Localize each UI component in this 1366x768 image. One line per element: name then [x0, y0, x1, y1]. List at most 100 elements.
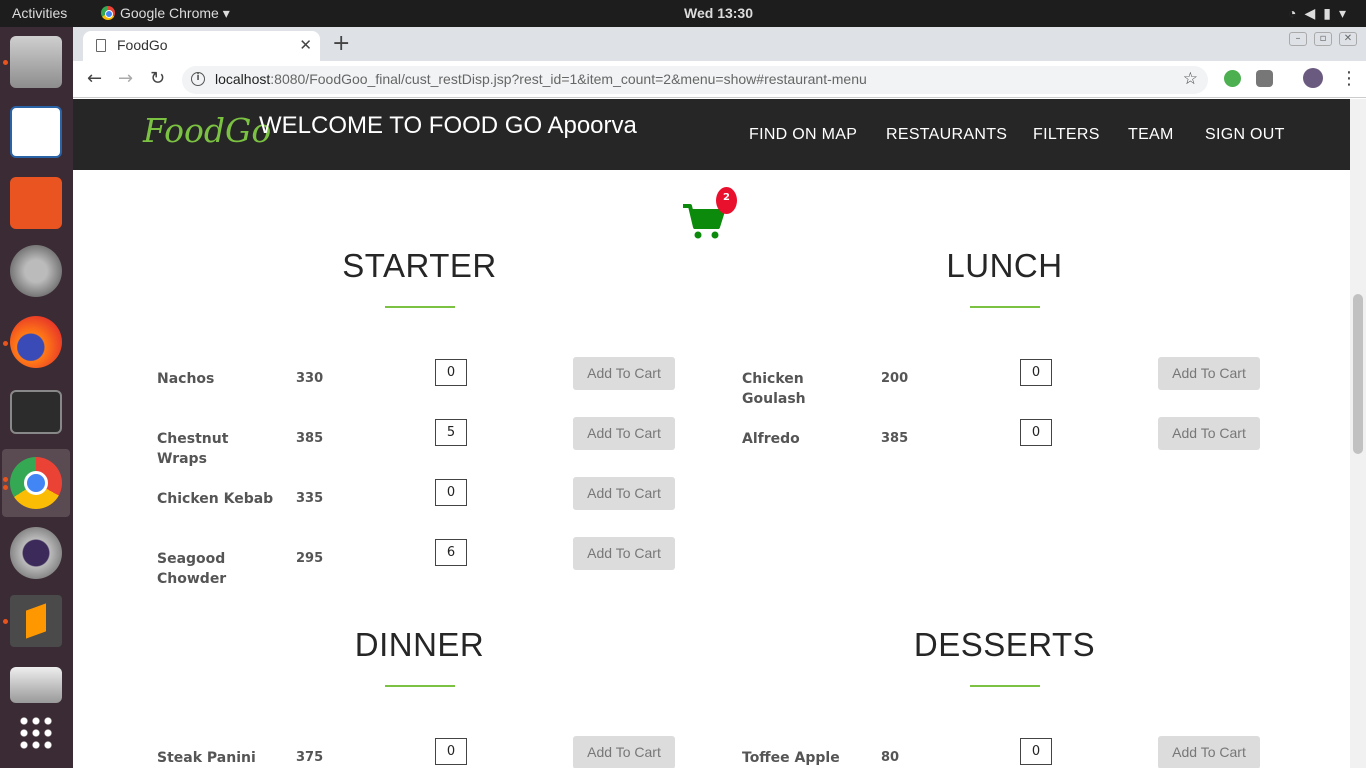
wifi-icon: ◔	[1288, 5, 1305, 21]
tab-foodgo[interactable]: FoodGo ✕	[83, 31, 320, 61]
item-price: 335	[296, 491, 324, 506]
cart-count-badge: 2	[716, 187, 737, 214]
add-to-cart-button[interactable]: Add To Cart	[573, 417, 675, 450]
app-menu[interactable]: Google Chrome ▾	[101, 5, 230, 22]
quantity-input[interactable]: 6	[435, 539, 467, 566]
quantity-input[interactable]: 5	[435, 419, 467, 446]
chrome-icon	[101, 6, 115, 20]
bookmark-star-icon[interactable]: ☆	[1183, 69, 1198, 89]
nav-filters[interactable]: FILTERS	[1033, 126, 1100, 144]
running-indicator	[3, 619, 8, 624]
section-title: DESSERTS	[913, 626, 1096, 663]
quantity-input[interactable]: 0	[435, 359, 467, 386]
section-starter-header: STARTER	[127, 247, 712, 308]
software-center-icon[interactable]	[10, 177, 62, 229]
running-indicator	[3, 60, 8, 65]
address-bar[interactable]: i localhost:8080/FoodGoo_final/cust_rest…	[182, 66, 1208, 94]
reload-icon[interactable]: ↻	[150, 68, 165, 89]
show-applications-icon[interactable]	[18, 715, 54, 751]
tab-strip: FoodGo ✕ + – ▫ ✕	[73, 27, 1366, 61]
running-indicator	[3, 485, 8, 490]
eclipse-icon[interactable]	[10, 527, 62, 579]
title-underline	[969, 685, 1040, 687]
profile-avatar[interactable]	[1303, 68, 1323, 88]
volume-icon: ◀	[1304, 5, 1324, 21]
nav-restaurants[interactable]: RESTAURANTS	[886, 126, 1007, 144]
firefox-icon[interactable]	[10, 316, 62, 368]
add-to-cart-button[interactable]: Add To Cart	[573, 537, 675, 570]
item-price: 385	[881, 431, 909, 446]
back-icon[interactable]: ←	[87, 68, 102, 89]
running-indicator	[3, 477, 8, 482]
maximize-button[interactable]: ▫	[1314, 32, 1332, 46]
add-to-cart-button[interactable]: Add To Cart	[573, 357, 675, 390]
item-name: Seagood Chowder	[157, 551, 227, 587]
item-price: 385	[296, 431, 324, 446]
section-desserts-header: DESSERTS	[712, 626, 1297, 687]
nav-team[interactable]: TEAM	[1128, 126, 1174, 144]
title-underline	[969, 306, 1040, 308]
item-price: 80	[881, 750, 900, 765]
tab-title: FoodGo	[117, 37, 168, 53]
add-to-cart-button[interactable]: Add To Cart	[573, 736, 675, 768]
text-editor-icon[interactable]	[10, 667, 62, 703]
menu-kebab-icon[interactable]: ⋮	[1340, 68, 1358, 89]
chrome-center	[24, 471, 48, 495]
add-to-cart-button[interactable]: Add To Cart	[1158, 736, 1260, 768]
activities-button[interactable]: Activities	[12, 5, 67, 21]
section-lunch-header: LUNCH	[712, 247, 1297, 308]
item-name: Chicken Goulash	[742, 371, 806, 407]
quantity-input[interactable]: 0	[435, 479, 467, 506]
browser-toolbar: ← → ↻ i localhost:8080/FoodGoo_final/cus…	[73, 61, 1366, 98]
site-info-icon[interactable]: i	[191, 72, 205, 86]
add-to-cart-button[interactable]: Add To Cart	[1158, 357, 1260, 390]
item-price: 330	[296, 371, 324, 386]
nav-sign-out[interactable]: SIGN OUT	[1205, 126, 1285, 144]
new-tab-button[interactable]: +	[332, 31, 350, 56]
quantity-input[interactable]: 0	[1020, 419, 1052, 446]
item-name: Steak Panini	[157, 750, 256, 766]
close-window-button[interactable]: ✕	[1339, 32, 1357, 46]
battery-icon: ▮	[1323, 5, 1339, 21]
site-navbar: FoodGo WELCOME TO FOOD GO Apoorva FIND O…	[73, 99, 1350, 170]
page-scrollbar[interactable]	[1350, 99, 1366, 768]
close-tab-icon[interactable]: ✕	[299, 36, 312, 54]
url-text[interactable]: localhost:8080/FoodGoo_final/cust_restDi…	[215, 71, 867, 87]
files-icon[interactable]	[10, 36, 62, 88]
system-tray[interactable]: ◔◀▮▾	[1288, 5, 1354, 22]
item-price: 295	[296, 551, 324, 566]
forward-icon[interactable]: →	[118, 68, 133, 89]
section-dinner-header: DINNER	[127, 626, 712, 687]
dock	[0, 27, 73, 768]
item-price: 375	[296, 750, 324, 765]
settings-icon[interactable]	[10, 245, 62, 297]
scrollbar-thumb[interactable]	[1353, 294, 1363, 454]
add-to-cart-button[interactable]: Add To Cart	[1158, 417, 1260, 450]
item-name: Toffee Apple	[742, 750, 840, 766]
title-underline	[384, 306, 455, 308]
quantity-input[interactable]: 0	[1020, 738, 1052, 765]
app-name: Google Chrome	[120, 5, 219, 21]
terminal-icon[interactable]	[10, 390, 62, 434]
os-top-bar: Activities Google Chrome ▾ Wed 13:30 ◔◀▮…	[0, 0, 1366, 27]
item-name: Nachos	[157, 371, 215, 387]
clock[interactable]: Wed 13:30	[684, 5, 753, 21]
extension-icon[interactable]	[1256, 70, 1273, 87]
browser-window: FoodGo ✕ + – ▫ ✕ ← → ↻ i localhost:8080/…	[73, 27, 1366, 768]
page-viewport: FoodGo WELCOME TO FOOD GO Apoorva FIND O…	[73, 99, 1350, 768]
brand-logo[interactable]: FoodGo	[143, 111, 271, 150]
quantity-input[interactable]: 0	[1020, 359, 1052, 386]
item-name: Alfredo	[742, 431, 800, 447]
title-underline	[384, 685, 455, 687]
section-title: LUNCH	[946, 247, 1063, 284]
item-name: Chestnut Wraps	[157, 431, 229, 467]
minimize-button[interactable]: –	[1289, 32, 1307, 46]
add-to-cart-button[interactable]: Add To Cart	[573, 477, 675, 510]
chevron-down-icon: ▾	[1338, 5, 1354, 21]
extension-icon[interactable]	[1224, 70, 1241, 87]
item-price: 200	[881, 371, 909, 386]
nav-find-on-map[interactable]: FIND ON MAP	[749, 126, 857, 144]
page-icon	[96, 39, 106, 52]
quantity-input[interactable]: 0	[435, 738, 467, 765]
writer-icon[interactable]	[10, 106, 62, 158]
